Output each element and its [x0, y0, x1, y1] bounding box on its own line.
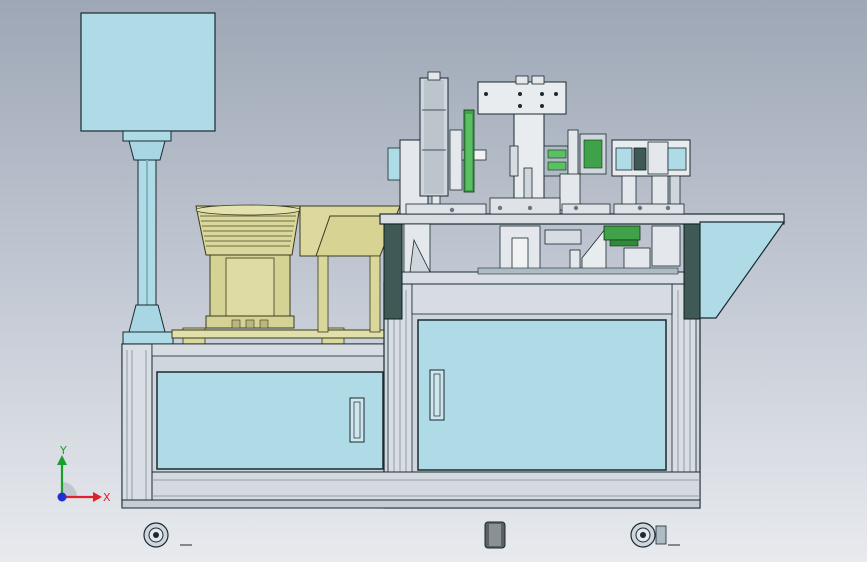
- base-frame-rails: [121, 471, 701, 509]
- tabletop-fixtures: [405, 197, 685, 215]
- main-cabinet-door[interactable]: [417, 319, 667, 471]
- y-axis-label: Y: [59, 444, 67, 457]
- monitor-support-pole: [122, 130, 174, 345]
- right-test-station: [611, 139, 691, 213]
- caster-wheel-middle: [484, 521, 506, 549]
- left-cabinet-door[interactable]: [156, 371, 384, 470]
- cad-3d-viewport[interactable]: Y X: [0, 0, 867, 562]
- axis-triad: Y X: [57, 444, 111, 504]
- touch-screen-monitor: [80, 12, 216, 132]
- z-axis-dot: [57, 492, 67, 502]
- caster-wheel-right: [630, 522, 680, 548]
- cylinder-press-station: [387, 71, 487, 215]
- x-axis-label: X: [103, 491, 111, 504]
- under-table-mechanisms: [403, 223, 681, 275]
- output-chute: [699, 221, 786, 319]
- caster-wheel-left: [143, 522, 192, 548]
- gantry-pick-place-unit: [477, 75, 569, 211]
